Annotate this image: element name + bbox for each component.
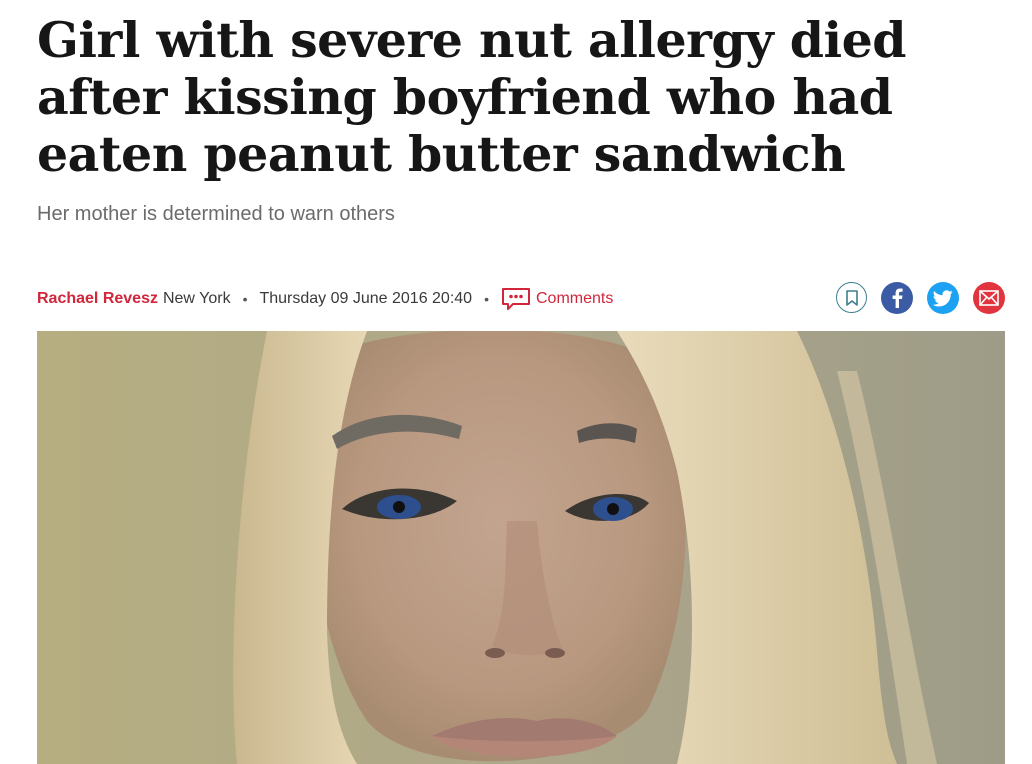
facebook-icon: [892, 288, 903, 308]
portrait-photo: [37, 331, 1005, 764]
twitter-icon: [933, 289, 953, 306]
twitter-share-button[interactable]: [927, 282, 959, 314]
author-link[interactable]: Rachael Revesz: [37, 290, 158, 308]
meta-separator: •: [242, 291, 248, 307]
article-meta: Rachael Revesz New York • Thursday 09 Ju…: [37, 286, 613, 312]
bookmark-button[interactable]: [836, 282, 867, 313]
email-icon: [979, 290, 999, 306]
publish-date: Thursday 09 June 2016 20:40: [259, 290, 473, 307]
article-standfirst: Her mother is determined to warn others: [37, 203, 395, 225]
meta-separator: •: [484, 291, 489, 307]
facebook-share-button[interactable]: [881, 282, 913, 314]
article-headline: Girl with severe nut allergy died after …: [37, 11, 907, 183]
email-share-button[interactable]: [973, 282, 1005, 314]
comments-label: Comments: [535, 290, 614, 307]
comments-link[interactable]: Comments: [501, 287, 613, 311]
author-location: New York: [162, 290, 231, 307]
article-page: Girl with severe nut allergy died after …: [0, 0, 1032, 764]
share-bar: [836, 282, 1005, 314]
hero-image: [37, 331, 1005, 764]
bookmark-icon: [845, 289, 858, 306]
comment-icon: [501, 287, 531, 311]
